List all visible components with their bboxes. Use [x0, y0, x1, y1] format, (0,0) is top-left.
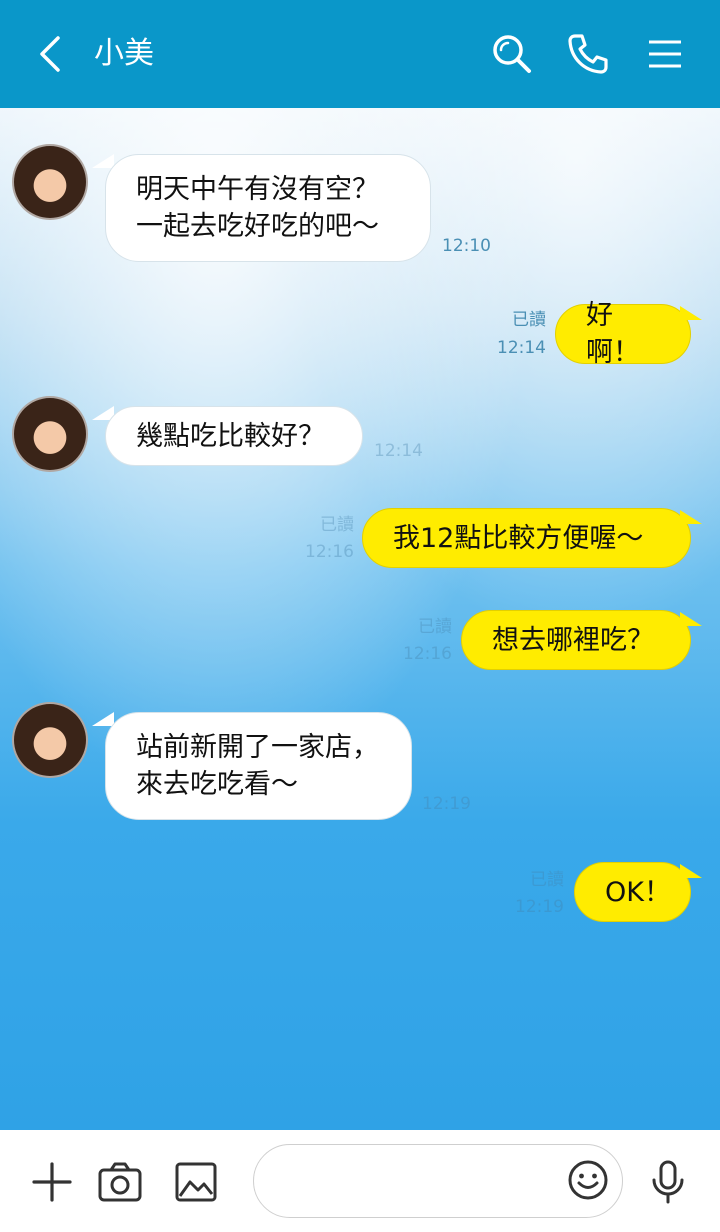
message-bubble-outgoing[interactable]: 好啊！ [555, 300, 691, 368]
message-bubble-outgoing[interactable]: 想去哪裡吃？ [461, 610, 691, 670]
chat-header: 小美 [0, 0, 720, 108]
read-receipt: 已讀 [530, 870, 564, 890]
bubble-tail [680, 864, 702, 878]
search-icon[interactable] [488, 30, 536, 78]
message-time: 12:16 [403, 644, 452, 664]
menu-icon[interactable] [641, 30, 689, 78]
message-time: 12:19 [515, 897, 564, 917]
message-bubble-outgoing[interactable]: OK！ [574, 862, 691, 922]
bubble-tail [92, 712, 114, 726]
bubble-tail [680, 612, 702, 626]
bubble-tail [680, 306, 702, 320]
message-text: 明天中午有沒有空？ 一起去吃好吃的吧〜 [136, 174, 379, 242]
message-time: 12:14 [374, 441, 423, 461]
chat-area[interactable]: 明天中午有沒有空？ 一起去吃好吃的吧〜 12:10 好啊！ 已讀 12:14 幾… [0, 108, 720, 1130]
composer-bar [0, 1130, 720, 1232]
message-bubble-incoming[interactable]: 明天中午有沒有空？ 一起去吃好吃的吧〜 [105, 154, 431, 262]
message-time: 12:16 [305, 542, 354, 562]
read-receipt: 已讀 [418, 617, 452, 637]
message-time: 12:10 [442, 236, 491, 256]
message-bubble-outgoing[interactable]: 我12點比較方便喔〜 [362, 508, 691, 568]
bubble-tail [680, 510, 702, 524]
plus-icon[interactable] [28, 1158, 76, 1206]
bubble-tail [92, 154, 114, 168]
message-text: 站前新開了一家店， 來去吃吃看〜 [136, 732, 379, 800]
message-text: 想去哪裡吃？ [492, 624, 654, 656]
message-text: 幾點吃比較好？ [136, 420, 325, 452]
read-receipt: 已讀 [320, 515, 354, 535]
message-bubble-incoming[interactable]: 站前新開了一家店， 來去吃吃看〜 [105, 712, 412, 820]
image-icon[interactable] [172, 1158, 220, 1206]
phone-icon[interactable] [563, 30, 611, 78]
message-text: OK！ [605, 876, 671, 908]
message-text: 好啊！ [586, 300, 640, 368]
emoji-icon[interactable] [566, 1158, 610, 1202]
avatar[interactable] [12, 702, 88, 778]
message-bubble-incoming[interactable]: 幾點吃比較好？ [105, 406, 363, 466]
avatar[interactable] [12, 144, 88, 220]
microphone-icon[interactable] [644, 1158, 692, 1206]
read-receipt: 已讀 [512, 310, 546, 330]
message-time: 12:14 [497, 338, 546, 358]
avatar[interactable] [12, 396, 88, 472]
contact-name: 小美 [94, 36, 154, 71]
camera-icon[interactable] [96, 1158, 144, 1206]
chevron-left-icon[interactable] [28, 30, 76, 78]
message-text: 我12點比較方便喔〜 [393, 522, 644, 554]
message-time: 12:19 [422, 794, 471, 814]
